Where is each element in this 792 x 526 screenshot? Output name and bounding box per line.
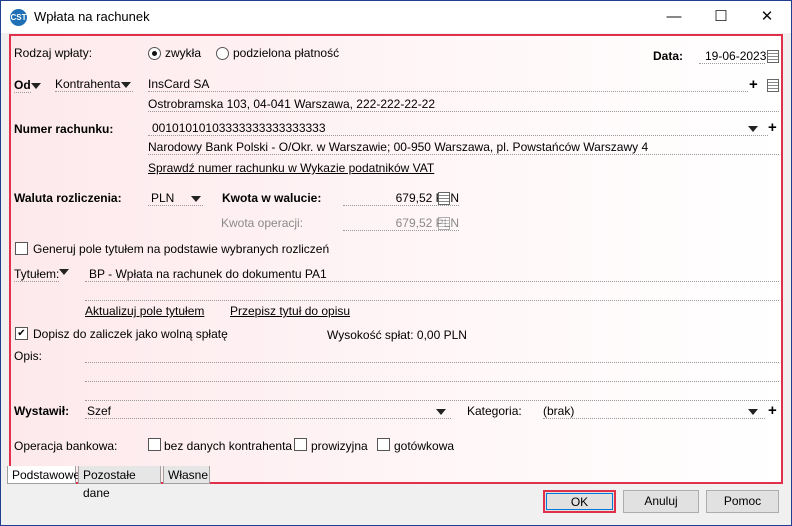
description-line-2[interactable]: [85, 368, 779, 382]
checkbox-bez-danych[interactable]: [148, 438, 161, 451]
tab-podstawowe[interactable]: Podstawowe: [7, 466, 80, 484]
minimize-button[interactable]: —: [651, 1, 697, 33]
wystawil-label: Wystawił:: [14, 404, 70, 418]
date-input[interactable]: 19-06-2023: [699, 49, 766, 64]
contractor-list-icon[interactable]: [767, 79, 779, 92]
tytulem-label[interactable]: Tytułem:: [14, 267, 60, 282]
dopisz-label[interactable]: Dopisz do zaliczek jako wolną spłatę: [33, 327, 228, 341]
checkbox-gotowkowa[interactable]: [377, 438, 390, 451]
dopisz-checkbox[interactable]: ✔: [15, 327, 28, 340]
cst-logo-icon: CST: [10, 9, 27, 26]
title-input-line-2[interactable]: [85, 287, 779, 301]
waluta-label: Waluta rozliczenia:: [14, 191, 122, 205]
numer-rachunku-label: Numer rachunku:: [14, 122, 114, 136]
opis-label: Opis:: [14, 349, 43, 363]
radio-podzielona-label[interactable]: podzielona płatność: [233, 46, 339, 60]
window-title: Wpłata na rachunek: [34, 9, 150, 24]
wysokosc-splat: Wysokość spłat: 0,00 PLN: [327, 328, 467, 342]
przepisz-link[interactable]: Przepisz tytuł do opisu: [230, 304, 350, 318]
currency-chevron-down-icon[interactable]: [191, 196, 201, 202]
bez-danych-label[interactable]: bez danych kontrahenta: [164, 439, 292, 453]
ok-button[interactable]: OK: [543, 490, 616, 513]
close-button[interactable]: ✕: [744, 1, 790, 33]
od-label[interactable]: Od: [14, 78, 31, 93]
description-line-3[interactable]: [85, 387, 779, 401]
main-form-panel: Rodzaj wpłaty: zwykła podzielona płatnoś…: [9, 34, 783, 484]
radio-zwykla-label[interactable]: zwykła: [165, 46, 201, 60]
add-category-plus-icon[interactable]: +: [768, 403, 777, 418]
contractor-name-input[interactable]: InsCard SA: [148, 77, 748, 92]
account-chevron-down-icon[interactable]: [748, 126, 758, 132]
tytulem-chevron-down-icon[interactable]: [59, 269, 69, 275]
description-line-1[interactable]: [85, 349, 779, 363]
operacja-label: Operacja bankowa:: [14, 439, 118, 453]
add-account-plus-icon[interactable]: +: [768, 120, 777, 135]
title-input[interactable]: BP - Wpłata na rachunek do dokumentu PA1: [85, 267, 779, 282]
radio-podzielona[interactable]: [216, 47, 229, 60]
kwota-waluta-label: Kwota w walucie:: [222, 191, 322, 205]
aktualizuj-link[interactable]: Aktualizuj pole tytułem: [85, 304, 204, 318]
calculator-disabled-icon: [438, 217, 450, 230]
cancel-button[interactable]: Anuluj: [623, 490, 699, 513]
category-chevron-down-icon[interactable]: [748, 409, 758, 415]
prowizyjna-label[interactable]: prowizyjna: [311, 439, 368, 453]
title-bar[interactable]: CST Wpłata na rachunek — ☐ ✕: [1, 1, 791, 33]
gotowkowa-label[interactable]: gotówkowa: [394, 439, 454, 453]
bank-info: Narodowy Bank Polski - O/Okr. w Warszawi…: [148, 140, 779, 155]
category-select[interactable]: (brak): [543, 404, 765, 419]
tab-pozostale-dane[interactable]: Pozostałe dane: [78, 466, 161, 500]
help-button[interactable]: Pomoc: [706, 490, 779, 513]
dialog-window: CST Wpłata na rachunek — ☐ ✕ Rodzaj wpła…: [0, 0, 792, 526]
data-label: Data:: [653, 49, 684, 63]
rodzaj-label: Rodzaj wpłaty:: [14, 46, 93, 60]
kwota-operacji-label: Kwota operacji:: [221, 216, 304, 230]
radio-zwykla[interactable]: [148, 47, 161, 60]
contractor-address: Ostrobramska 103, 04-041 Warszawa, 222-2…: [148, 97, 779, 112]
check-vat-link[interactable]: Sprawdź numer rachunku w Wykazie podatni…: [148, 161, 434, 175]
generuj-checkbox[interactable]: [15, 242, 28, 255]
od-type-chevron-down-icon[interactable]: [121, 82, 131, 88]
tab-wlasne[interactable]: Własne: [163, 466, 210, 484]
issuer-select[interactable]: Szef: [85, 404, 451, 419]
kategoria-label: Kategoria:: [467, 404, 522, 418]
generuj-label[interactable]: Generuj pole tytułem na podstawie wybran…: [33, 242, 329, 256]
issuer-chevron-down-icon[interactable]: [436, 409, 446, 415]
calendar-icon[interactable]: [767, 50, 779, 63]
od-chevron-down-icon[interactable]: [31, 83, 41, 89]
account-number-input[interactable]: 00101010103333333333333333: [148, 121, 768, 136]
maximize-button[interactable]: ☐: [698, 1, 744, 33]
add-contractor-plus-icon[interactable]: +: [749, 77, 758, 92]
checkbox-prowizyjna[interactable]: [294, 438, 307, 451]
calculator-icon[interactable]: [438, 192, 450, 205]
